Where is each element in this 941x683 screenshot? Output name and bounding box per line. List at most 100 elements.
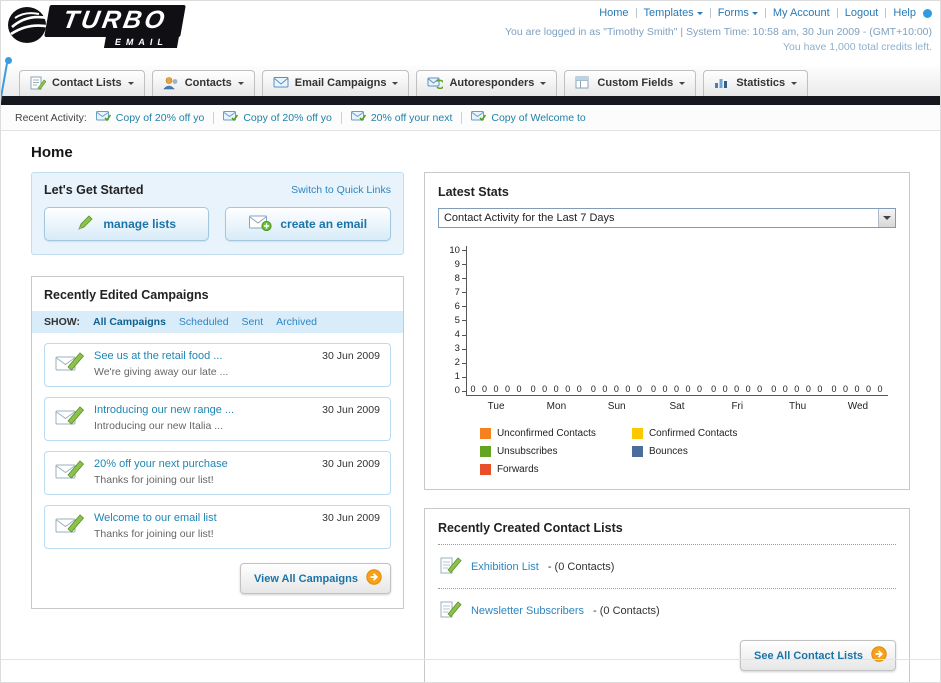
contact-activity-chart: 10 9 8 7 6 5 4 3 2 1 0 0 0 0 0 00 0 0 0 00 0 0 0 0… (438, 246, 896, 412)
campaign-subtitle: Introducing our new Italia ... (94, 420, 223, 432)
campaign-title-link[interactable]: 20% off your next purchase (94, 458, 313, 470)
contact-lists-panel-title: Recently Created Contact Lists (437, 521, 623, 535)
legend-label: Confirmed Contacts (648, 428, 738, 439)
divider (709, 8, 711, 18)
tab-autoresponders[interactable]: Autoresponders (416, 70, 558, 96)
recent-activity-item[interactable]: Copy of 20% off yo (95, 110, 204, 125)
y-tick-label: 6 (438, 302, 466, 312)
create-email-button[interactable]: create an email (225, 207, 391, 241)
campaign-title-link[interactable]: Welcome to our email list (94, 512, 313, 524)
stats-panel-title: Latest Stats (437, 185, 509, 199)
see-all-contact-lists-button[interactable]: See All Contact Lists (739, 640, 896, 671)
caret-down-icon (751, 11, 758, 18)
custom-fields-icon (575, 76, 591, 90)
arrow-right-icon (871, 646, 887, 665)
statistics-icon (714, 76, 730, 90)
tab-custom-fields[interactable]: Custom Fields (564, 70, 697, 96)
nav-link-templates[interactable]: Templates (644, 7, 703, 19)
recent-activity-item[interactable]: Copy of Welcome to (471, 110, 586, 125)
legend-swatch (479, 428, 491, 439)
x-axis-label: Mon (546, 401, 567, 412)
nav-link-forms[interactable]: Forms (718, 7, 758, 19)
y-tick-label: 7 (438, 288, 466, 298)
chart-values-row: 0 0 0 0 0 0 0 0 0 0 0 0 0 0 0 0 0 0 0 0 0 0 … (467, 384, 888, 394)
campaign-title-link[interactable]: See us at the retail food ... (94, 350, 313, 362)
filter-tab-all-campaigns[interactable]: All Campaigns (93, 316, 166, 328)
list-pencil-icon (440, 554, 462, 579)
campaign-title-link[interactable]: Introducing our new range ... (94, 404, 313, 416)
y-tick-label: 1 (438, 372, 466, 382)
nav-link-help[interactable]: Help (893, 7, 916, 19)
logo-secondary-text: EMAIL (103, 36, 180, 48)
header-right: Home Templates Forms My Account Logout H… (505, 7, 932, 53)
campaigns-filter-row: SHOW: All Campaigns Scheduled Sent Archi… (32, 311, 403, 333)
dark-divider-bar (1, 96, 940, 105)
envelope-plus-icon (249, 215, 272, 234)
divider (213, 111, 215, 124)
campaign-date: 30 Jun 2009 (322, 512, 380, 524)
filter-tab-sent[interactable]: Sent (242, 316, 264, 328)
envelope-pencil-icon (55, 350, 85, 379)
autoresponders-icon (427, 76, 444, 90)
manage-lists-button[interactable]: manage lists (44, 207, 210, 241)
main-content: Home Let's Get Started Switch to Quick L… (1, 144, 940, 682)
divider (340, 111, 342, 124)
right-column: Latest Stats Contact Activity for the La… (423, 172, 910, 682)
filter-tab-scheduled[interactable]: Scheduled (179, 316, 229, 328)
chart-plot-area: 0 0 0 0 0 0 0 0 0 0 0 0 0 0 0 0 0 0 0 0 0 0 … (465, 246, 888, 396)
contacts-icon (163, 76, 179, 90)
arrow-right-icon (366, 569, 382, 588)
tab-statistics[interactable]: Statistics (703, 70, 809, 96)
stats-select-value: Contact Activity for the Last 7 Days (443, 212, 615, 224)
recent-activity-item[interactable]: 20% off your next (350, 110, 452, 125)
tab-email-campaigns[interactable]: Email Campaigns (261, 70, 410, 96)
view-all-campaigns-button[interactable]: View All Campaigns (240, 563, 391, 594)
stats-period-select[interactable]: Contact Activity for the Last 7 Days (437, 208, 896, 228)
bar-group-values: 0 0 0 0 0 (831, 384, 885, 394)
bar-group-values: 0 0 0 0 0 (470, 384, 524, 394)
main-nav-tabbar: Contact Lists Contacts Email Campaigns A… (1, 66, 940, 96)
tab-contacts[interactable]: Contacts (151, 70, 255, 96)
caret-down-icon (791, 81, 798, 88)
caret-down-icon (696, 11, 703, 18)
caret-down-icon (392, 81, 399, 88)
nav-link-logout[interactable]: Logout (845, 7, 879, 19)
nav-link-home[interactable]: Home (599, 7, 628, 19)
tab-contact-lists[interactable]: Contact Lists (19, 70, 145, 96)
legend-swatch (631, 428, 643, 439)
x-axis-label: Thu (788, 401, 807, 412)
switch-quick-links-link[interactable]: Switch to Quick Links (291, 184, 391, 196)
logo: TURBO EMAIL (7, 5, 186, 50)
contact-list-link[interactable]: Exhibition List (471, 561, 539, 573)
latest-stats-panel: Latest Stats Contact Activity for the La… (423, 172, 910, 490)
y-tick-label: 3 (438, 344, 466, 354)
filter-tab-archived[interactable]: Archived (276, 316, 317, 328)
help-icon[interactable] (923, 8, 932, 18)
y-tick-label: 0 (438, 386, 466, 396)
legend-swatch (479, 464, 491, 475)
campaign-subtitle: We're giving away our late ... (94, 366, 229, 378)
campaign-row: See us at the retail food ... We're givi… (44, 343, 391, 387)
recently-created-contact-lists-panel: Recently Created Contact Lists Exhibitio… (423, 508, 910, 682)
legend-label: Forwards (496, 464, 539, 475)
left-column: Let's Get Started Switch to Quick Links … (31, 172, 404, 609)
contact-list-link[interactable]: Newsletter Subscribers (471, 605, 584, 617)
y-tick-label: 4 (438, 330, 466, 340)
campaign-row: Welcome to our email list Thanks for joi… (44, 505, 391, 549)
envelope-check-icon (95, 110, 111, 125)
legend-label: Bounces (648, 446, 688, 457)
recently-edited-campaigns-panel: Recently Edited Campaigns SHOW: All Camp… (31, 276, 404, 609)
campaign-date: 30 Jun 2009 (322, 458, 380, 470)
nav-link-my-account[interactable]: My Account (773, 7, 830, 19)
x-axis-label: Fri (731, 401, 744, 412)
footer-divider (1, 659, 940, 660)
recent-activity-item[interactable]: Copy of 20% off yo (223, 110, 332, 125)
envelope-pencil-icon (55, 458, 85, 487)
campaign-row: 20% off your next purchase Thanks for jo… (44, 451, 391, 495)
recent-activity-bar: Recent Activity: Copy of 20% off yo Copy… (1, 105, 940, 131)
session-info: You are logged in as "Timothy Smith" | S… (505, 26, 932, 38)
page: TURBO EMAIL Home Templates Forms My Acco… (0, 0, 941, 683)
contact-list-row: Newsletter Subscribers - (0 Contacts) (438, 589, 896, 632)
legend-label: Unconfirmed Contacts (496, 428, 596, 439)
bar-group-values: 0 0 0 0 0 (711, 384, 765, 394)
